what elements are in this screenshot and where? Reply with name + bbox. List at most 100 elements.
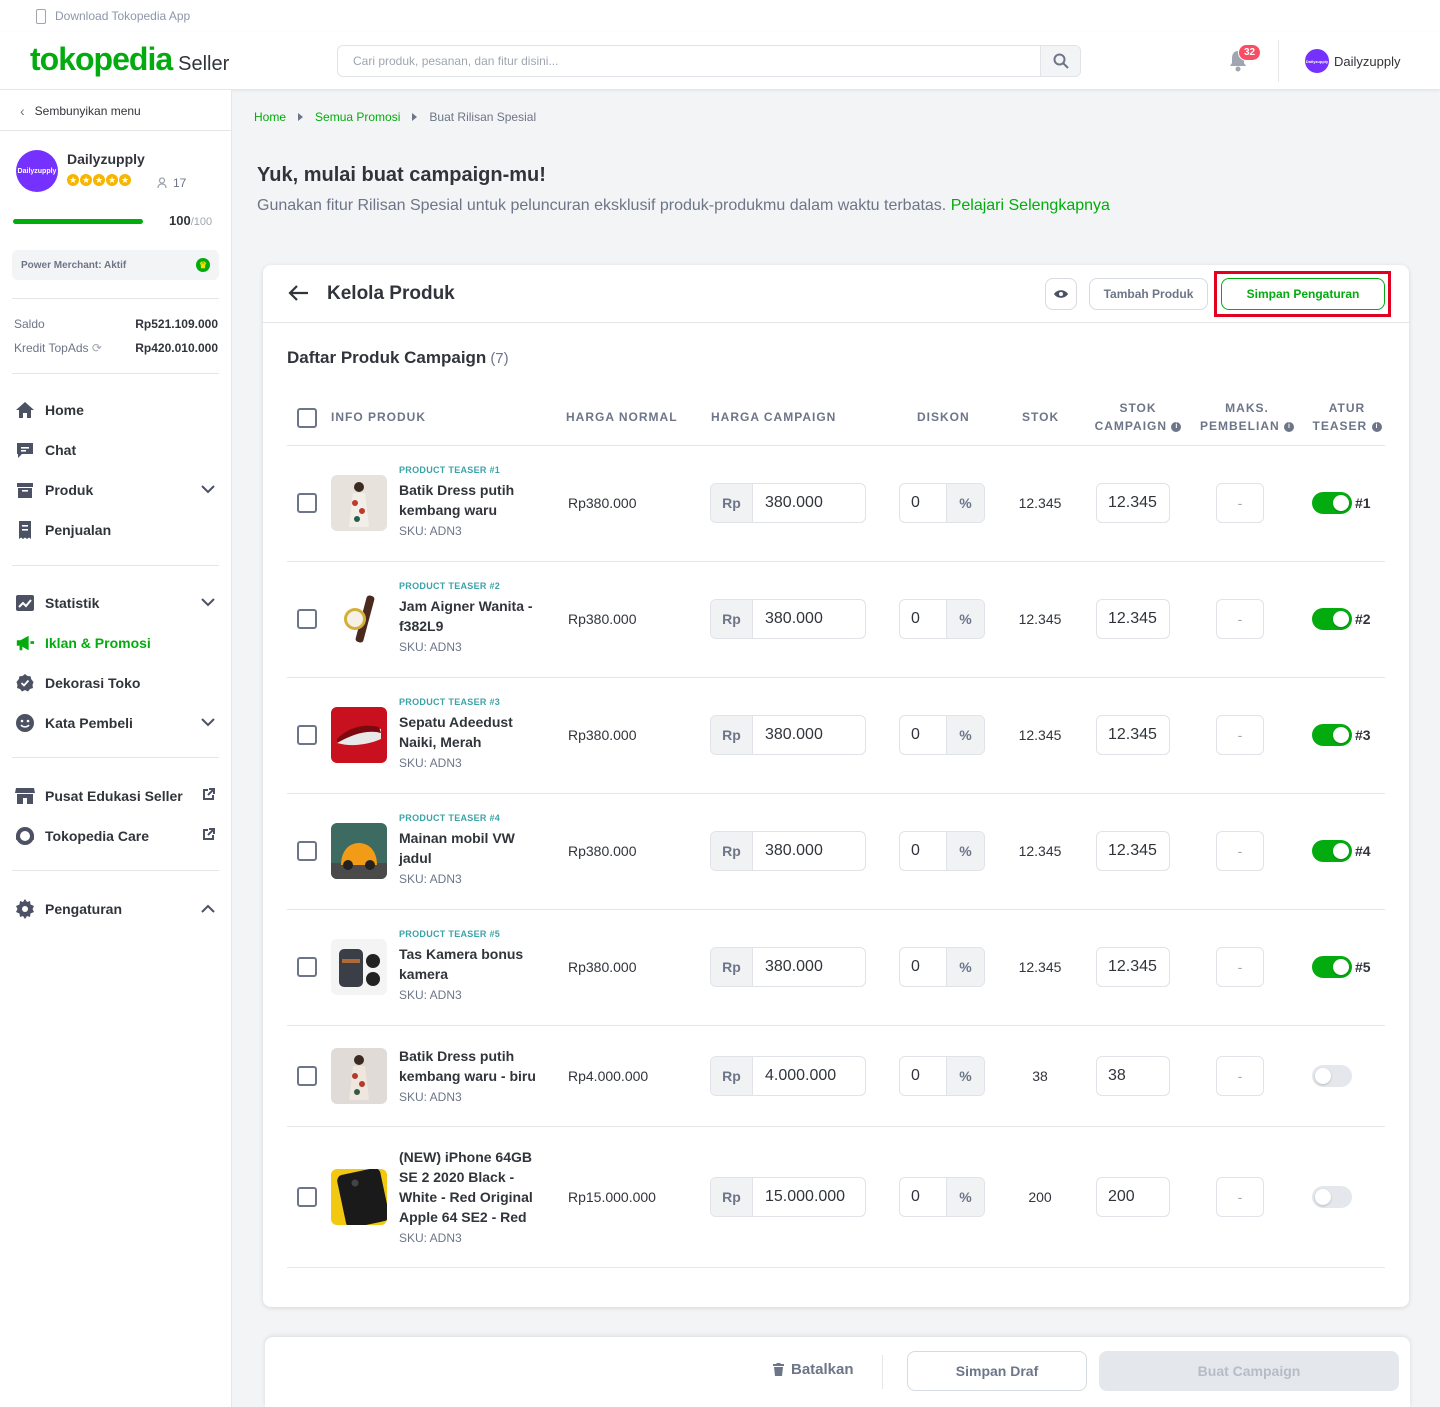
external-link-icon[interactable] <box>202 788 215 804</box>
row-checkbox[interactable] <box>297 1065 317 1086</box>
save-draft-button[interactable]: Simpan Draf <box>907 1351 1087 1391</box>
select-all-checkbox[interactable] <box>297 408 317 428</box>
campaign-price-input[interactable]: Rp 380.000 <box>710 715 866 755</box>
discount-input[interactable]: 0% <box>899 1176 985 1217</box>
saldo-row[interactable]: Saldo Rp521.109.000 <box>14 317 218 331</box>
nav-penjualan[interactable]: Penjualan <box>15 520 215 540</box>
campaign-stock-input[interactable]: 38 <box>1096 1055 1170 1096</box>
shop-avatar[interactable]: Dailyzupply <box>16 150 58 192</box>
product-name[interactable]: (NEW) iPhone 64GB SE 2 2020 Black - Whit… <box>399 1147 549 1227</box>
chevron-down-icon[interactable] <box>201 716 215 730</box>
campaign-price-input[interactable]: Rp 380.000 <box>710 599 866 639</box>
campaign-price-value[interactable]: 15.000.000 <box>753 1178 845 1216</box>
discount-input[interactable]: 0% <box>899 947 985 987</box>
teaser-toggle[interactable] <box>1312 1064 1352 1087</box>
campaign-stock-input[interactable]: 12.345 <box>1096 599 1170 639</box>
row-checkbox[interactable] <box>297 725 317 745</box>
info-icon[interactable]: i <box>1171 421 1182 432</box>
campaign-price-value[interactable]: 380.000 <box>753 948 823 986</box>
max-purchase-input[interactable]: - <box>1216 947 1264 987</box>
campaign-stock-input[interactable]: 12.345 <box>1096 715 1170 755</box>
discount-value[interactable]: 0 <box>900 716 946 754</box>
nav-tokopedia-care[interactable]: Tokopedia Care <box>15 826 215 846</box>
info-icon[interactable]: i <box>1284 421 1295 432</box>
row-checkbox[interactable] <box>297 957 317 977</box>
discount-input[interactable]: 0% <box>899 715 985 755</box>
max-purchase-input[interactable]: - <box>1216 599 1264 639</box>
max-purchase-input[interactable]: - <box>1216 1176 1264 1217</box>
nav-pusat-edukasi[interactable]: Pusat Edukasi Seller <box>15 786 215 806</box>
discount-input[interactable]: 0% <box>899 831 985 871</box>
add-product-button[interactable]: Tambah Produk <box>1089 278 1208 310</box>
teaser-toggle[interactable] <box>1312 1185 1352 1208</box>
max-purchase-input[interactable]: - <box>1216 715 1264 755</box>
campaign-price-value[interactable]: 380.000 <box>753 832 823 870</box>
chevron-up-icon[interactable] <box>201 902 215 916</box>
campaign-stock-input[interactable]: 200 <box>1096 1176 1170 1217</box>
teaser-toggle[interactable] <box>1312 840 1352 862</box>
product-image[interactable] <box>331 939 387 995</box>
teaser-toggle[interactable] <box>1312 492 1352 514</box>
row-checkbox[interactable] <box>297 1186 317 1207</box>
discount-value[interactable]: 0 <box>900 1057 946 1095</box>
campaign-price-value[interactable]: 380.000 <box>753 484 823 522</box>
info-icon[interactable]: i <box>1371 421 1382 432</box>
product-name[interactable]: Mainan mobil VW jadul <box>399 828 549 868</box>
campaign-price-input[interactable]: Rp 380.000 <box>710 831 866 871</box>
campaign-price-input[interactable]: Rp 15.000.000 <box>710 1176 866 1217</box>
campaign-price-value[interactable]: 4.000.000 <box>753 1057 836 1095</box>
campaign-price-value[interactable]: 380.000 <box>753 600 823 638</box>
download-app-bar[interactable]: Download Tokopedia App <box>0 0 1440 32</box>
max-purchase-input[interactable]: - <box>1216 483 1264 523</box>
shop-name[interactable]: Dailyzupply <box>67 151 145 167</box>
discount-input[interactable]: 0% <box>899 483 985 523</box>
chevron-down-icon[interactable] <box>201 483 215 497</box>
preview-button[interactable] <box>1045 278 1077 310</box>
campaign-price-input[interactable]: Rp 380.000 <box>710 947 866 987</box>
max-purchase-input[interactable]: - <box>1216 831 1264 871</box>
product-image[interactable] <box>331 475 387 531</box>
search-button[interactable] <box>1040 46 1080 76</box>
chevron-down-icon[interactable] <box>201 596 215 610</box>
discount-value[interactable]: 0 <box>900 1178 946 1216</box>
nav-pengaturan[interactable]: Pengaturan <box>15 899 215 919</box>
logo[interactable]: tokopedia Seller <box>30 41 229 78</box>
search-input[interactable] <box>338 46 1028 76</box>
discount-value[interactable]: 0 <box>900 484 946 522</box>
product-image[interactable] <box>331 1047 387 1104</box>
product-image[interactable] <box>331 707 387 763</box>
user-menu[interactable]: Dailyzupply Dailyzupply <box>1305 49 1400 73</box>
discount-value[interactable]: 0 <box>900 600 946 638</box>
nav-produk[interactable]: Produk <box>15 480 215 500</box>
discount-value[interactable]: 0 <box>900 832 946 870</box>
product-name[interactable]: Sepatu Adeedust Naiki, Merah <box>399 712 549 752</box>
row-checkbox[interactable] <box>297 493 317 513</box>
breadcrumb-home[interactable]: Home <box>254 110 286 124</box>
row-checkbox[interactable] <box>297 841 317 861</box>
teaser-toggle[interactable] <box>1312 724 1352 746</box>
cancel-button[interactable]: Batalkan <box>773 1361 854 1378</box>
discount-input[interactable]: 0% <box>899 599 985 639</box>
product-name[interactable]: Tas Kamera bonus kamera <box>399 944 549 984</box>
product-image[interactable] <box>331 1168 387 1225</box>
campaign-price-input[interactable]: Rp 380.000 <box>710 483 866 523</box>
product-name[interactable]: Batik Dress putih kembang waru <box>399 480 549 520</box>
discount-value[interactable]: 0 <box>900 948 946 986</box>
campaign-price-input[interactable]: Rp 4.000.000 <box>710 1055 866 1096</box>
teaser-toggle[interactable] <box>1312 608 1352 630</box>
topads-row[interactable]: Kredit TopAds ⟳ Rp420.010.000 <box>14 341 218 355</box>
download-app-link[interactable]: Download Tokopedia App <box>55 9 190 23</box>
nav-chat[interactable]: Chat <box>15 440 215 460</box>
create-campaign-button[interactable]: Buat Campaign <box>1099 1351 1399 1391</box>
product-image[interactable] <box>331 823 387 879</box>
product-name[interactable]: Jam Aigner Wanita - f382L9 <box>399 596 549 636</box>
campaign-price-value[interactable]: 380.000 <box>753 716 823 754</box>
campaign-stock-input[interactable]: 12.345 <box>1096 947 1170 987</box>
campaign-stock-input[interactable]: 12.345 <box>1096 831 1170 871</box>
product-name[interactable]: Batik Dress putih kembang waru - biru <box>399 1046 549 1086</box>
nav-iklan-promosi[interactable]: Iklan & Promosi <box>15 633 215 653</box>
campaign-stock-input[interactable]: 12.345 <box>1096 483 1170 523</box>
refresh-icon[interactable]: ⟳ <box>92 341 102 355</box>
nav-kata-pembeli[interactable]: Kata Pembeli <box>15 713 215 733</box>
discount-input[interactable]: 0% <box>899 1055 985 1096</box>
